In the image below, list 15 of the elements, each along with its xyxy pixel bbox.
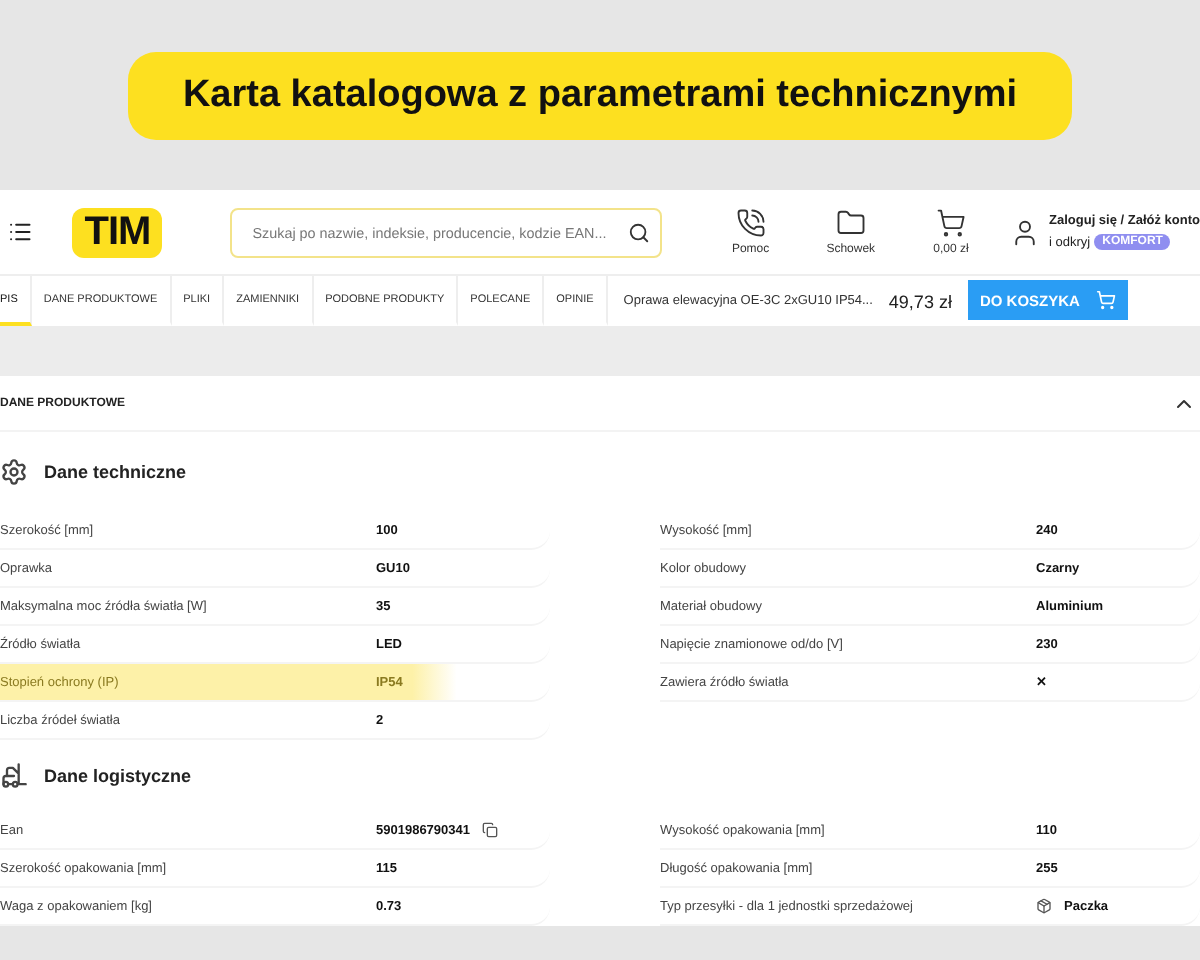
search-icon[interactable] [628,221,651,243]
phone-icon [735,208,766,238]
logo[interactable]: TIM [72,207,163,257]
section-title: Dane techniczne [44,462,187,482]
cart-icon [935,208,966,238]
gear-icon [0,458,28,486]
box-icon [1036,898,1052,914]
user-icon[interactable] [1009,217,1040,247]
product-price: 49,73 zł [888,291,952,311]
folder-icon [835,208,866,238]
banner-title: Karta katalogowa z parametrami technicznymi [128,51,1072,139]
copy-icon[interactable] [482,822,498,838]
forklift-icon [0,762,28,790]
section-title: Dane logistyczne [44,766,192,786]
cart-icon [1095,290,1116,310]
